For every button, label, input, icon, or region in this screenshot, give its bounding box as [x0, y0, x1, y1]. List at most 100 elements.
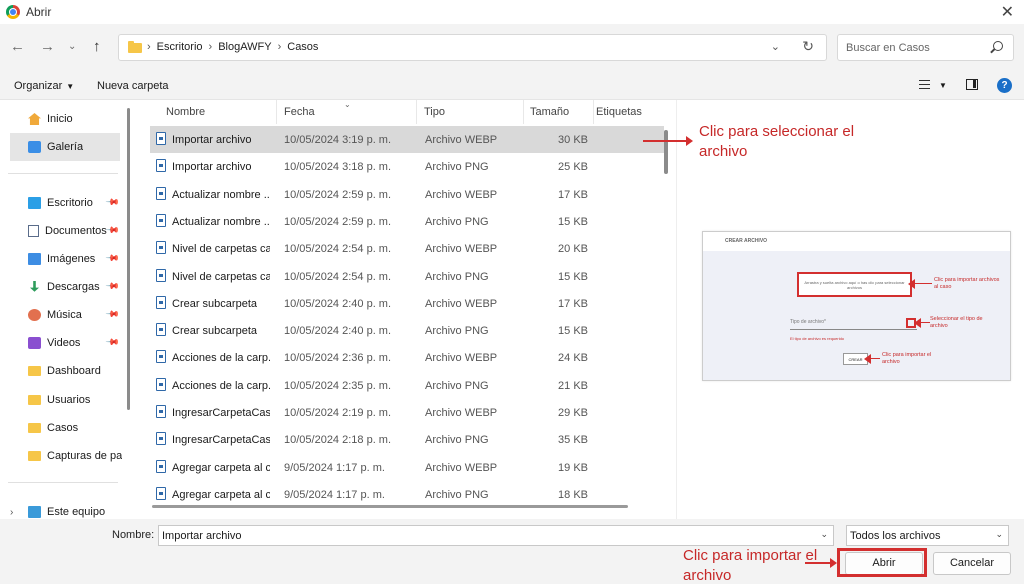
file-list-scrollbar[interactable]	[664, 130, 668, 174]
sidebar-item-dashboard[interactable]: Dashboard	[10, 357, 122, 385]
breadcrumb-casos[interactable]: Casos	[287, 41, 318, 53]
window-title: Abrir	[26, 5, 52, 19]
file-row[interactable]: Acciones de la carp... 10/05/2024 2:35 p.…	[150, 372, 664, 399]
file-date: 10/05/2024 2:40 p. m.	[284, 297, 392, 310]
organize-button[interactable]: Organizar ▼	[14, 80, 74, 92]
folder-icon	[128, 41, 142, 53]
file-row[interactable]: IngresarCarpetaCaso 10/05/2024 2:19 p. m.…	[150, 399, 664, 426]
annotation-import-file: Clic para importar el archivo	[683, 547, 818, 584]
file-row[interactable]: Importar archivo 10/05/2024 3:19 p. m. Arc…	[150, 126, 664, 153]
up-arrow-icon[interactable]: ↑	[93, 38, 101, 55]
pin-icon: 📌	[105, 334, 121, 350]
sidebar-item-musica[interactable]: Música 📌	[10, 301, 122, 329]
file-icon	[156, 295, 166, 309]
forward-arrow-icon[interactable]: →	[40, 38, 55, 55]
file-icon	[156, 241, 166, 255]
videos-icon	[28, 337, 41, 349]
search-input[interactable]: Buscar en Casos	[837, 34, 1014, 61]
file-date: 10/05/2024 2:35 p. m.	[284, 379, 392, 392]
recent-chevron-icon[interactable]: ⌄	[68, 41, 76, 52]
back-arrow-icon[interactable]: ←	[10, 38, 25, 55]
file-date: 10/05/2024 3:19 p. m.	[284, 134, 392, 146]
folder-icon	[28, 451, 41, 461]
file-date: 10/05/2024 2:54 p. m.	[284, 243, 392, 256]
file-type: Archivo PNG	[425, 161, 489, 174]
file-type-select[interactable]: Todos los archivos ⌄	[846, 525, 1009, 546]
breadcrumb-blogawfy[interactable]: BlogAWFY	[218, 41, 271, 53]
breadcrumb-escritorio[interactable]: Escritorio	[157, 41, 203, 53]
file-type: Archivo WEBP	[425, 352, 498, 365]
file-row[interactable]: Actualizar nombre ... 10/05/2024 2:59 p. …	[150, 208, 664, 235]
file-type: Archivo PNG	[425, 434, 489, 447]
sidebar-scrollbar[interactable]	[127, 108, 130, 410]
file-row[interactable]: Importar archivo 10/05/2024 3:18 p. m. Arc…	[150, 153, 664, 180]
sidebar-item-descargas[interactable]: Descargas 📌	[10, 273, 122, 301]
column-header-type[interactable]: Tipo	[416, 100, 524, 124]
file-icon	[156, 213, 166, 227]
file-list: Nombre ⌄ Fecha Tipo Tamaño Etiquetas Imp…	[136, 100, 676, 510]
sidebar-item-videos[interactable]: Videos 📌	[10, 329, 122, 357]
file-type: Archivo WEBP	[425, 188, 498, 201]
thumbnail-note-import: Clic para importar archivos al caso	[934, 277, 1000, 290]
sidebar-item-escritorio[interactable]: Escritorio 📌	[10, 189, 122, 217]
file-size: 21 KB	[558, 379, 588, 392]
command-toolbar: Organizar ▼ Nueva carpeta ▼ ?	[0, 70, 1024, 100]
column-header-size[interactable]: Tamaño	[522, 100, 594, 124]
chevron-down-icon[interactable]: ⌄	[820, 529, 828, 540]
caret-down-icon[interactable]: ▼	[939, 81, 947, 90]
file-row[interactable]: Nivel de carpetas ca... 10/05/2024 2:54 p…	[150, 263, 664, 290]
file-name: Nivel de carpetas ca...	[172, 243, 270, 256]
preview-pane-icon[interactable]	[966, 79, 978, 90]
column-header-name[interactable]: Nombre	[158, 100, 277, 124]
sidebar-item-usuarios[interactable]: Usuarios	[10, 386, 122, 414]
help-icon[interactable]: ?	[997, 78, 1012, 93]
close-icon[interactable]: ✕	[1001, 2, 1014, 22]
home-icon	[28, 113, 41, 125]
new-folder-button[interactable]: Nueva carpeta	[97, 80, 169, 92]
address-bar[interactable]: › Escritorio › BlogAWFY › Casos ⌄ ↻	[118, 34, 827, 61]
file-row[interactable]: Crear subcarpeta 10/05/2024 2:40 p. m. Arc…	[150, 290, 664, 317]
thumbnail-arrow	[864, 354, 880, 364]
file-name-label: Nombre:	[112, 529, 155, 541]
sidebar-item-capturas[interactable]: Capturas de par	[10, 442, 122, 470]
file-row[interactable]: Agregar carpeta al c... 9/05/2024 1:17 p.…	[150, 481, 664, 508]
chevron-down-icon[interactable]: ⌄	[771, 40, 780, 53]
file-type: Archivo PNG	[425, 379, 489, 392]
column-header-date[interactable]: Fecha	[276, 100, 417, 124]
file-type-value: Todos los archivos	[850, 530, 941, 542]
sidebar-item-galeria[interactable]: Galería	[10, 133, 120, 161]
column-header-tags[interactable]: Etiquetas	[588, 100, 676, 124]
sidebar-item-inicio[interactable]: Inicio	[10, 105, 122, 133]
horizontal-scrollbar[interactable]	[152, 505, 628, 508]
sidebar-item-casos[interactable]: Casos	[10, 414, 122, 442]
chevron-down-icon[interactable]: ⌄	[995, 529, 1003, 540]
file-size: 35 KB	[558, 434, 588, 447]
sidebar-item-imagenes[interactable]: Imágenes 📌	[10, 245, 122, 273]
sidebar-item-documentos[interactable]: Documentos 📌	[10, 217, 122, 245]
file-name-value: Importar archivo	[162, 530, 242, 542]
cancel-button[interactable]: Cancelar	[933, 552, 1011, 575]
file-type: Archivo WEBP	[425, 134, 498, 146]
view-options-icon[interactable]	[919, 80, 930, 89]
file-name-field[interactable]: Importar archivo ⌄	[158, 525, 834, 546]
thumbnail-arrow	[908, 279, 932, 289]
thumbnail-dropzone: Arrastra y suelta archivo aquí o has cli…	[797, 272, 912, 297]
file-size: 25 KB	[558, 161, 588, 174]
refresh-icon[interactable]: ↻	[802, 38, 814, 55]
file-name: Acciones de la carp...	[172, 379, 270, 392]
file-row[interactable]: Agregar carpeta al c... 9/05/2024 1:17 p.…	[150, 454, 664, 481]
file-row[interactable]: Nivel de carpetas ca... 10/05/2024 2:54 p…	[150, 235, 664, 262]
file-row[interactable]: Crear subcarpeta 10/05/2024 2:40 p. m. Arc…	[150, 317, 664, 344]
file-size: 18 KB	[558, 488, 588, 501]
file-row[interactable]: IngresarCarpetaCaso 10/05/2024 2:18 p. m.…	[150, 426, 664, 453]
images-icon	[28, 253, 41, 265]
folder-icon	[28, 395, 41, 405]
file-row[interactable]: Acciones de la carp... 10/05/2024 2:36 p.…	[150, 344, 664, 371]
file-size: 15 KB	[558, 270, 588, 283]
file-icon	[156, 186, 166, 200]
file-name: Actualizar nombre ...	[172, 188, 270, 201]
thumbnail-type-input: Tipo de archivo*	[790, 316, 917, 330]
search-icon[interactable]	[993, 41, 1003, 51]
file-icon	[156, 323, 166, 337]
file-row[interactable]: Actualizar nombre ... 10/05/2024 2:59 p. …	[150, 181, 664, 208]
